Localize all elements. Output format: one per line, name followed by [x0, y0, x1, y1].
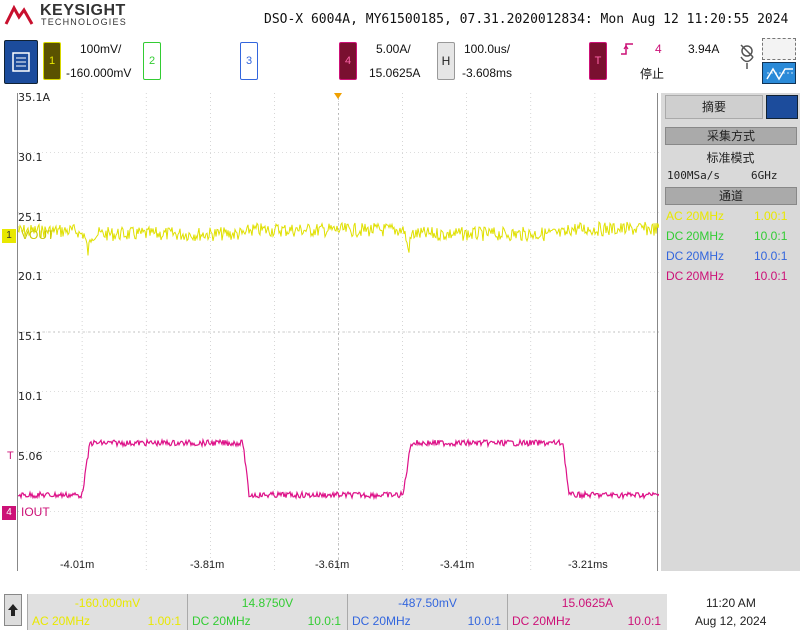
- channel-setting: DC 20MHz: [512, 614, 571, 628]
- y-axis-label: 10.1: [18, 390, 43, 403]
- ch4-offset: 15.0625A: [369, 66, 421, 80]
- bandwidth-value: 6GHz: [751, 169, 778, 182]
- channel-setting: DC 20MHz: [352, 614, 411, 628]
- vout-label: VOUT: [21, 228, 55, 242]
- ch1-offset: -160.000mV: [66, 66, 132, 80]
- y-axis-label: 5.06: [18, 449, 43, 463]
- ch4-scale: 5.00A/: [376, 42, 411, 56]
- tab-summary[interactable]: 摘要: [665, 95, 763, 119]
- screen-select-button[interactable]: [762, 38, 796, 60]
- x-axis-label: -3.41m: [440, 559, 475, 571]
- x-axis-label: -4.01m: [60, 559, 95, 571]
- y-axis-label: 15.1: [18, 330, 43, 344]
- instrument-title: DSO-X 6004A, MY61500185, 07.31.202001283…: [264, 12, 789, 27]
- channel-3-button[interactable]: 3: [240, 42, 258, 80]
- menu-icon: [12, 52, 30, 72]
- channel-status-4[interactable]: 15.0625A DC 20MHz 10.0:1: [507, 594, 667, 630]
- channel-summary-probe: 10.0:1: [754, 229, 788, 243]
- trigger-level-marker[interactable]: T: [7, 450, 14, 462]
- channel-offset-value: -487.50mV: [398, 596, 457, 610]
- channel-status-1[interactable]: -160.000mV AC 20MHz 1.00:1: [27, 594, 187, 630]
- y-axis-label: 20.1: [18, 270, 43, 284]
- clock-time: 11:20 AM: [706, 596, 756, 610]
- touch-mode-button[interactable]: [762, 62, 796, 84]
- channel-offset-value: 14.8750V: [241, 596, 294, 610]
- sample-rate-value: 100MSa/s: [667, 169, 720, 182]
- iout-label: IOUT: [21, 505, 50, 519]
- channel-setting: DC 20MHz: [192, 614, 251, 628]
- ch4-ground-marker[interactable]: 4: [2, 506, 16, 520]
- channel-summary-coupling: AC: [666, 209, 683, 223]
- channel-summary-coupling: DC: [666, 229, 684, 243]
- oscilloscope-screen: KEYSIGHT TECHNOLOGIES DSO-X 6004A, MY615…: [0, 0, 800, 632]
- acquire-header: 采集方式: [665, 127, 797, 145]
- trigger-level: 3.94A: [688, 42, 720, 56]
- acquire-mode: 标准模式: [706, 151, 755, 165]
- clock-date: Aug 12, 2024: [695, 614, 767, 628]
- channel-header: 通道: [665, 187, 797, 205]
- channel-summary-bw: 20MHz: [686, 249, 725, 263]
- channel-offset-value: -160.000mV: [74, 596, 141, 610]
- keysight-logo-icon: [4, 4, 34, 25]
- channel-summary-coupling: DC: [666, 269, 684, 283]
- horizontal-button[interactable]: H: [437, 42, 455, 80]
- trigger-position-marker: [334, 93, 342, 99]
- channel-summary-probe: 1.00:1: [754, 209, 788, 223]
- channel-probe-ratio: 1.00:1: [147, 614, 181, 628]
- x-axis-label: -3.81m: [190, 559, 225, 571]
- ch1-ground-marker[interactable]: 1: [2, 229, 16, 243]
- channel-status-3[interactable]: -487.50mV DC 20MHz 10.0:1: [347, 594, 507, 630]
- channel-summary-probe: 10.0:1: [754, 249, 788, 263]
- channel-2-button[interactable]: 2: [143, 42, 161, 80]
- channel-summary-probe: 10.0:1: [754, 269, 788, 283]
- y-axis-label: 35.1A: [18, 91, 51, 104]
- horizontal-delay: -3.608ms: [462, 66, 513, 80]
- y-axis-label: 25.1: [18, 210, 43, 224]
- microphone-icon[interactable]: [738, 42, 756, 72]
- run-status: 停止: [640, 67, 665, 81]
- channel-summary-bw: 20MHz: [686, 269, 725, 283]
- channel-4-button[interactable]: 4: [339, 42, 357, 80]
- channel-probe-ratio: 10.0:1: [307, 614, 341, 628]
- waveform-icon: [766, 67, 793, 81]
- tab-button[interactable]: [766, 95, 798, 119]
- rising-edge-icon: [621, 43, 633, 55]
- channel-status-2[interactable]: 14.8750V DC 20MHz 10.0:1: [187, 594, 347, 630]
- menu-button[interactable]: [4, 40, 38, 84]
- ch1-scale: 100mV/: [80, 42, 122, 56]
- channel-bar: 1 100mV/ -160.000mV 2 3 4 5.00A/ 15.0625…: [0, 36, 800, 92]
- horizontal-scale: 100.0us/: [464, 42, 511, 56]
- trigger-source: 4: [655, 42, 662, 56]
- arrow-up-icon: [8, 604, 18, 616]
- channel-summary-bw: 20MHz: [686, 229, 725, 243]
- channel-summary-coupling: DC: [666, 249, 684, 263]
- x-axis-label: -3.61m: [315, 559, 350, 571]
- brand-subtitle: TECHNOLOGIES: [41, 17, 127, 27]
- waveform-display[interactable]: VOUT IOUT 35.1A 30.1 25.1 20.1 15.1 10.1 5.06: [17, 91, 660, 571]
- channel-1-button[interactable]: 1: [43, 42, 61, 80]
- waveform-graticule: VOUT IOUT: [17, 93, 660, 571]
- y-axis-label: 30.1: [18, 150, 43, 164]
- status-bar: -160.000mV AC 20MHz 1.00:1 14.8750V DC 20MHz…: [0, 588, 800, 632]
- channel-setting: AC 20MHz: [32, 614, 91, 628]
- channel-probe-ratio: 10.0:1: [627, 614, 661, 628]
- x-axis-label: -3.21ms: [568, 559, 608, 571]
- channel-probe-ratio: 10.0:1: [467, 614, 501, 628]
- channel-offset-value: 15.0625A: [561, 596, 614, 610]
- channel-summary-bw: 20MHz: [686, 209, 725, 223]
- trigger-button[interactable]: T: [589, 42, 607, 80]
- summary-panel: 摘要 采集方式 标准模式 100MSa/s 6GHz 通道 AC 20MHz 1.0…: [661, 93, 800, 571]
- expand-button[interactable]: [4, 594, 22, 626]
